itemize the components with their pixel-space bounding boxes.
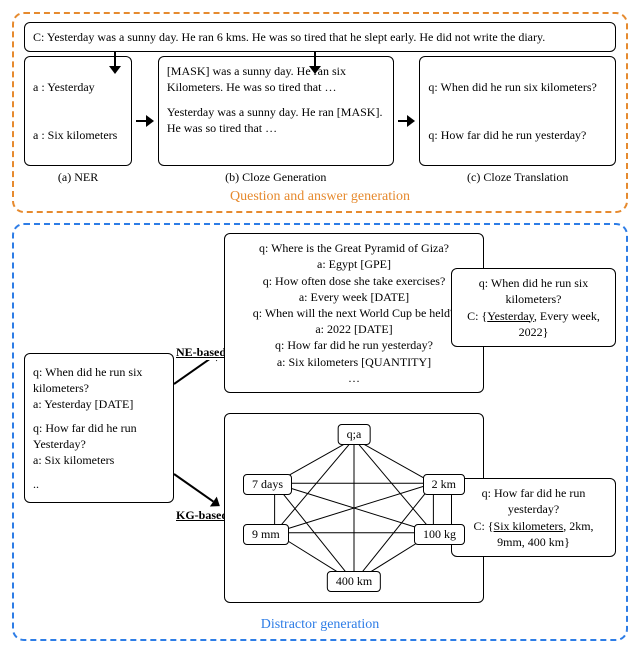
cloze-box: [MASK] was a sunny day. He ran six Kilom…	[158, 56, 394, 166]
arrow-right-icon	[173, 473, 213, 502]
qa-caption: Question and answer generation	[24, 189, 616, 205]
ne-line: a: Every week [DATE]	[233, 289, 475, 305]
translation-column: q: When did he run six kilometers? q: Ho…	[419, 56, 616, 185]
input-qa-box: q: When did he run six kilometers? a: Ye…	[24, 353, 174, 503]
kg-node-100kg: 100 kg	[414, 524, 465, 545]
distractor-caption: Distractor generation	[24, 617, 616, 633]
kg-node-400km: 400 km	[327, 571, 381, 592]
distractor-region: q: When did he run six kilometers? a: Ye…	[12, 223, 628, 641]
input-a2: a: Six kilometers	[33, 452, 165, 468]
cloze-line-1: [MASK] was a sunny day. He ran six Kilom…	[167, 63, 385, 95]
input-q2: q: How far did he run Yesterday?	[33, 420, 165, 452]
ne-line: a: Six kilometers [QUANTITY]	[233, 354, 475, 370]
translation-box: q: When did he run six kilometers? q: Ho…	[419, 56, 616, 166]
translation-label: (c) Cloze Translation	[419, 170, 616, 185]
ne-line: q: When will the next World Cup be held?	[233, 305, 475, 321]
ne-out-c: C: {Yesterday, Every week, 2022}	[460, 308, 607, 340]
ne-line: q: How far did he run yesterday?	[233, 337, 475, 353]
ne-line: a: Egypt [GPE]	[233, 256, 475, 272]
ne-line: a: 2022 [DATE]	[233, 321, 475, 337]
kg-node-7days: 7 days	[243, 474, 292, 495]
ne-line: q: Where is the Great Pyramid of Giza?	[233, 240, 475, 256]
translation-q1: q: When did he run six kilometers?	[428, 79, 607, 95]
distractor-layout: q: When did he run six kilometers? a: Ye…	[24, 233, 616, 613]
ne-line: q: How often dose she take exercises?	[233, 273, 475, 289]
context-text: C: Yesterday was a sunny day. He ran 6 k…	[33, 30, 545, 44]
ne-examples-box: q: Where is the Great Pyramid of Giza? a…	[224, 233, 484, 393]
arrow-right-icon	[136, 114, 154, 128]
ne-based-label: NE-based	[174, 345, 228, 360]
translation-q2: q: How far did he run yesterday?	[428, 127, 607, 143]
cloze-column: [MASK] was a sunny day. He ran six Kilom…	[158, 56, 394, 185]
context-box: C: Yesterday was a sunny day. He ran 6 k…	[24, 22, 616, 52]
input-q1: q: When did he run six kilometers?	[33, 364, 165, 396]
kg-graph: q;a 7 days 2 km 9 mm 100 kg 400 km	[224, 413, 484, 603]
qa-row: a : Yesterday a : Six kilometers (a) NER…	[24, 56, 616, 185]
ner-column: a : Yesterday a : Six kilometers (a) NER	[24, 56, 132, 185]
ner-label: (a) NER	[24, 170, 132, 185]
ne-line: …	[233, 370, 475, 386]
kg-graph-box: q;a 7 days 2 km 9 mm 100 kg 400 km	[224, 413, 484, 603]
arrow-down-icon	[114, 52, 116, 66]
input-a1: a: Yesterday [DATE]	[33, 396, 165, 412]
arrow-right-icon	[173, 356, 213, 385]
qa-region: C: Yesterday was a sunny day. He ran 6 k…	[12, 12, 628, 213]
kg-based-label: KG-based	[174, 508, 230, 523]
ner-answer-2: a : Six kilometers	[33, 127, 123, 143]
kg-node-qa: q;a	[338, 424, 371, 445]
ne-out-q: q: When did he run six kilometers?	[460, 275, 607, 307]
cloze-line-2: Yesterday was a sunny day. He ran [MASK]…	[167, 104, 385, 136]
arrow-down-icon	[314, 52, 316, 66]
ne-output-box: q: When did he run six kilometers? C: {Y…	[451, 268, 616, 347]
kg-node-9mm: 9 mm	[243, 524, 289, 545]
ner-answer-1: a : Yesterday	[33, 79, 123, 95]
kg-node-2km: 2 km	[423, 474, 465, 495]
input-dots: ..	[33, 476, 165, 492]
arrow-right-icon	[398, 114, 416, 128]
cloze-label: (b) Cloze Generation	[158, 170, 394, 185]
